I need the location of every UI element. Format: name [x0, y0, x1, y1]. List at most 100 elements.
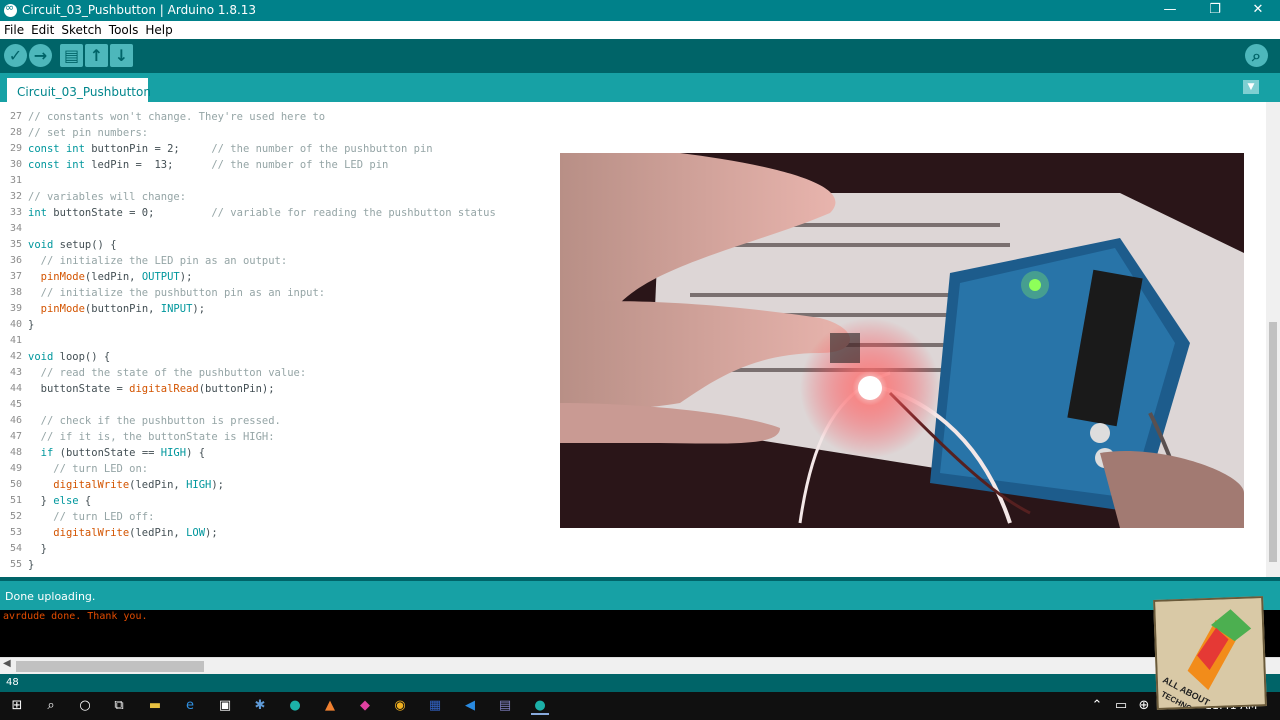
line-number: 53 — [9, 527, 22, 538]
tab-sketch[interactable]: Circuit_03_Pushbutton — [7, 78, 151, 102]
code-text: // initialize the LED pin as an output: — [40, 255, 288, 267]
menu-tools[interactable]: Tools — [109, 21, 139, 39]
save-button[interactable]: ↓ — [110, 44, 133, 67]
line-number: 27 — [9, 111, 22, 122]
tab-bar: Circuit_03_Pushbutton ▼ — [0, 73, 1280, 102]
line-number: 42 — [9, 351, 22, 362]
hscroll-thumb[interactable] — [16, 661, 204, 672]
current-line-number: 48 — [6, 677, 19, 688]
upload-button[interactable]: → — [29, 44, 52, 67]
console-output[interactable]: avrdude done. Thank you. — [0, 610, 1280, 657]
chevron-up-icon[interactable]: ⌃ — [1088, 697, 1106, 715]
code-text: // read the state of the pushbutton valu… — [40, 367, 307, 379]
code-text: } — [28, 543, 47, 555]
line-number: 32 — [9, 191, 22, 202]
menu-sketch[interactable]: Sketch — [61, 21, 101, 39]
line-number: 37 — [9, 271, 22, 282]
new-button[interactable]: ▤ — [60, 44, 83, 67]
menu-bar: File Edit Sketch Tools Help — [0, 21, 1280, 39]
line-number: 45 — [9, 399, 22, 410]
menu-help[interactable]: Help — [145, 21, 172, 39]
line-number: 51 — [9, 495, 22, 506]
horizontal-scrollbar[interactable]: ◀ — [0, 657, 1280, 674]
code-text: } — [28, 319, 35, 331]
code-text: void loop() { — [28, 351, 111, 363]
line-number: 43 — [9, 367, 22, 378]
verify-button[interactable]: ✓ — [4, 44, 27, 67]
scroll-thumb[interactable] — [1269, 322, 1277, 562]
code-text: // turn LED on: — [53, 463, 149, 475]
code-text: // check if the pushbutton is pressed. — [40, 415, 281, 427]
scroll-left-icon[interactable]: ◀ — [3, 658, 11, 669]
status-message: Done uploading. — [5, 590, 96, 603]
arduino-taskbar-icon[interactable]: ● — [286, 697, 304, 715]
code-text: void setup() { — [28, 239, 117, 251]
window-title: Circuit_03_Pushbutton | Arduino 1.8.13 — [22, 3, 257, 17]
tab-menu-button[interactable]: ▼ — [1243, 80, 1259, 94]
line-number: 41 — [9, 335, 22, 346]
line-number: 55 — [9, 559, 22, 570]
app-icon-5[interactable]: ▤ — [496, 697, 514, 715]
globe-icon[interactable]: ⊕ — [1135, 697, 1153, 715]
code-text: const int buttonPin = 2; // the number o… — [28, 143, 433, 155]
line-number-bar: 48 — [0, 674, 1280, 692]
serial-monitor-button[interactable]: ⌕ — [1245, 44, 1268, 67]
code-text: // constants won't change. They're used … — [28, 111, 326, 123]
store-icon[interactable]: ▣ — [216, 697, 234, 715]
breadboard-video-overlay — [560, 153, 1244, 528]
code-text: } — [28, 559, 35, 571]
vertical-scrollbar[interactable] — [1266, 102, 1280, 577]
close-button[interactable]: ✕ — [1238, 0, 1278, 21]
code-text: digitalWrite(ledPin, LOW); — [53, 527, 218, 539]
console-text: avrdude done. Thank you. — [3, 611, 148, 622]
code-text: // if it is, the buttonState is HIGH: — [40, 431, 275, 443]
code-text: int buttonState = 0; // variable for rea… — [28, 207, 496, 219]
line-number: 38 — [9, 287, 22, 298]
toolbar: ✓ → ▤ ↑ ↓ ⌕ — [0, 39, 1280, 73]
search-icon[interactable]: ⌕ — [42, 697, 60, 715]
line-number: 50 — [9, 479, 22, 490]
file-explorer-icon[interactable]: ▬ — [146, 697, 164, 715]
vscode-icon[interactable]: ◀ — [461, 697, 479, 715]
line-number: 49 — [9, 463, 22, 474]
code-text: buttonState = digitalRead(buttonPin); — [28, 383, 275, 395]
app-icon-1[interactable]: ✱ — [251, 697, 269, 715]
status-bar: Done uploading. — [0, 577, 1280, 610]
restore-button[interactable]: ❐ — [1195, 0, 1235, 21]
line-number: 46 — [9, 415, 22, 426]
line-number: 44 — [9, 383, 22, 394]
open-button[interactable]: ↑ — [85, 44, 108, 67]
code-text: // set pin numbers: — [28, 127, 149, 139]
app-icon-4[interactable]: ▦ — [426, 697, 444, 715]
arduino-active-icon[interactable]: ● — [531, 697, 549, 715]
code-text: digitalWrite(ledPin, HIGH); — [53, 479, 225, 491]
cortana-icon[interactable]: ○ — [76, 697, 94, 715]
chrome-icon[interactable]: ◉ — [391, 697, 409, 715]
line-number: 40 — [9, 319, 22, 330]
line-number: 52 — [9, 511, 22, 522]
menu-edit[interactable]: Edit — [31, 21, 54, 39]
line-number: 31 — [9, 175, 22, 186]
line-number: 47 — [9, 431, 22, 442]
task-view-icon[interactable]: ⧉ — [110, 697, 128, 715]
line-number: 30 — [9, 159, 22, 170]
line-number: 54 — [9, 543, 22, 554]
code-text: } else { — [28, 495, 92, 507]
code-text: // initialize the pushbutton pin as an i… — [40, 287, 326, 299]
all-about-technology-logo: ALL ABOUT TECHNOLOGY — [1153, 596, 1267, 720]
line-number: 34 — [9, 223, 22, 234]
battery-icon[interactable]: ▭ — [1112, 697, 1130, 715]
app-icon-3[interactable]: ◆ — [356, 697, 374, 715]
code-text: // variables will change: — [28, 191, 187, 203]
windows-taskbar: ⊞ ⌕ ○ ⧉ ▬ e ▣ ✱ ● ▲ ◆ ◉ ▦ ◀ ▤ ● ⌃ ▭ ⊕ 11… — [0, 692, 1280, 720]
line-number: 35 — [9, 239, 22, 250]
minimize-button[interactable]: — — [1150, 0, 1190, 21]
windows-start-icon[interactable]: ⊞ — [8, 697, 26, 715]
arduino-icon — [4, 1, 17, 17]
line-number: 39 — [9, 303, 22, 314]
line-number: 48 — [9, 447, 22, 458]
menu-file[interactable]: File — [4, 21, 24, 39]
code-text: // turn LED off: — [53, 511, 155, 523]
app-icon-2[interactable]: ▲ — [321, 697, 339, 715]
edge-icon[interactable]: e — [181, 697, 199, 715]
